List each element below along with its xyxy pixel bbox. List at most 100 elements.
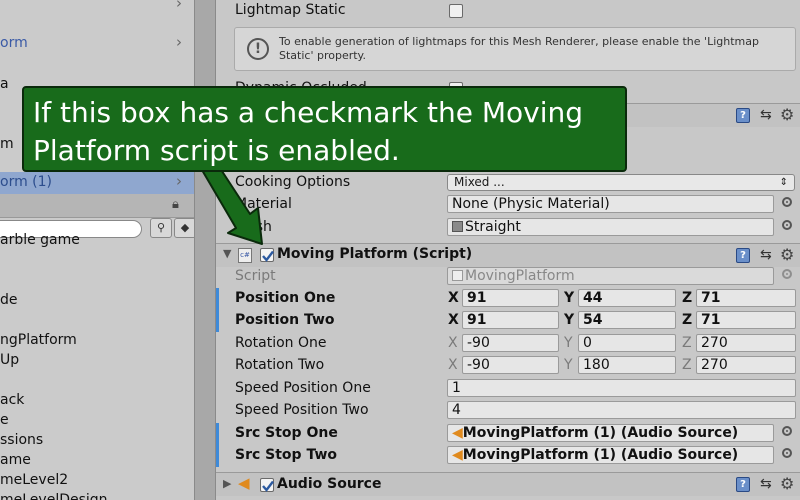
position-one-label: Position One bbox=[235, 290, 336, 306]
axis-z-label: Z bbox=[682, 357, 692, 373]
lightmap-static-checkbox[interactable] bbox=[449, 4, 463, 18]
position-one-z[interactable]: 71 bbox=[696, 289, 796, 307]
rotation-one-z[interactable]: 270 bbox=[696, 334, 796, 352]
cooking-options-dropdown[interactable]: Mixed ... ⇕ bbox=[447, 174, 795, 191]
chevron-right-icon[interactable]: › bbox=[176, 33, 182, 51]
src-stop-two-field[interactable]: ◀MovingPlatform (1) (Audio Source) bbox=[447, 446, 774, 464]
list-item[interactable]: arble game bbox=[0, 232, 80, 248]
mesh-grid-icon bbox=[452, 221, 463, 232]
mesh-field[interactable]: Straight bbox=[447, 218, 774, 236]
panel-splitter[interactable] bbox=[194, 0, 216, 500]
lightmap-static-label: Lightmap Static bbox=[235, 2, 346, 18]
foldout-right-icon[interactable]: ▶ bbox=[223, 477, 231, 490]
gear-icon[interactable]: ⚙ bbox=[780, 245, 794, 264]
axis-x-label: X bbox=[448, 290, 459, 306]
axis-y-label: Y bbox=[564, 357, 573, 373]
info-help-box: ! To enable generation of lightmaps for … bbox=[234, 27, 796, 71]
dropdown-arrows-icon: ⇕ bbox=[779, 177, 788, 188]
speed-one-field[interactable]: 1 bbox=[447, 379, 796, 397]
override-indicator bbox=[216, 310, 219, 332]
axis-x-label: X bbox=[448, 357, 458, 373]
list-item[interactable]: ngPlatform bbox=[0, 332, 77, 348]
axis-z-label: Z bbox=[682, 335, 692, 351]
list-item[interactable]: ack bbox=[0, 392, 24, 408]
speed-two-row: Speed Position Two 4 bbox=[216, 400, 800, 422]
speed-two-field[interactable]: 4 bbox=[447, 401, 796, 419]
rotation-two-row: Rotation Two X -90 Y 180 Z 270 bbox=[216, 355, 800, 377]
preset-icon[interactable]: ⇆ bbox=[760, 107, 772, 123]
help-book-icon[interactable]: ? bbox=[736, 108, 750, 123]
override-indicator bbox=[216, 288, 219, 310]
override-indicator bbox=[216, 423, 219, 445]
object-picker-icon[interactable] bbox=[782, 197, 792, 207]
axis-x-label: X bbox=[448, 335, 458, 351]
rotation-one-x[interactable]: -90 bbox=[462, 334, 559, 352]
position-one-x[interactable]: 91 bbox=[462, 289, 559, 307]
object-picker-icon[interactable] bbox=[782, 448, 792, 458]
hierarchy-item-selected[interactable]: orm (1) › bbox=[0, 172, 194, 194]
src-stop-two-row: Src Stop Two ◀MovingPlatform (1) (Audio … bbox=[216, 445, 800, 467]
list-item[interactable]: ssions bbox=[0, 432, 43, 448]
list-item[interactable]: e bbox=[0, 412, 9, 428]
position-one-y[interactable]: 44 bbox=[578, 289, 676, 307]
src-stop-one-label: Src Stop One bbox=[235, 425, 338, 441]
rotation-one-label: Rotation One bbox=[235, 335, 327, 351]
list-item[interactable]: Up bbox=[0, 352, 19, 368]
chevron-right-icon[interactable]: › bbox=[176, 172, 182, 190]
position-two-y[interactable]: 54 bbox=[578, 311, 676, 329]
axis-y-label: Y bbox=[564, 312, 575, 328]
filter-by-type-button[interactable]: ⚲ bbox=[150, 218, 172, 238]
rotation-two-y[interactable]: 180 bbox=[578, 356, 676, 374]
axis-z-label: Z bbox=[682, 312, 693, 328]
src-stop-two-value: MovingPlatform (1) (Audio Source) bbox=[462, 447, 739, 463]
axis-x-label: X bbox=[448, 312, 459, 328]
moving-platform-header[interactable]: ▼ c# Moving Platform (Script) ? ⇆ ⚙ bbox=[216, 243, 800, 267]
rotation-one-y[interactable]: 0 bbox=[578, 334, 676, 352]
lock-icon[interactable]: 🔒︎ bbox=[172, 197, 179, 212]
component-enabled-checkbox[interactable] bbox=[260, 248, 274, 262]
audio-source-header[interactable]: ▶ ◀ Audio Source ? ⇆ ⚙ bbox=[216, 472, 800, 496]
lightmap-static-row: Lightmap Static bbox=[216, 0, 800, 22]
audio-source-enabled-checkbox[interactable] bbox=[260, 478, 274, 492]
preset-icon[interactable]: ⇆ bbox=[760, 247, 772, 263]
preset-icon[interactable]: ⇆ bbox=[760, 476, 772, 492]
hierarchy-panel: › orm › a m orm (1) › 🔒︎ ⚲ ◆ arble game … bbox=[0, 0, 194, 500]
list-item[interactable]: ame bbox=[0, 452, 31, 468]
list-item[interactable]: meLevel2 bbox=[0, 472, 68, 488]
gear-icon[interactable]: ⚙ bbox=[780, 105, 794, 124]
hierarchy-item[interactable]: m bbox=[0, 136, 14, 152]
axis-y-label: Y bbox=[564, 335, 573, 351]
position-two-z[interactable]: 71 bbox=[696, 311, 796, 329]
chevron-right-icon[interactable]: › bbox=[176, 0, 182, 12]
help-book-icon[interactable]: ? bbox=[736, 477, 750, 492]
material-field[interactable]: None (Physic Material) bbox=[447, 195, 774, 213]
src-stop-one-row: Src Stop One ◀MovingPlatform (1) (Audio … bbox=[216, 423, 800, 445]
foldout-down-icon[interactable]: ▼ bbox=[223, 247, 231, 260]
object-picker-icon[interactable] bbox=[782, 220, 792, 230]
position-two-x[interactable]: 91 bbox=[462, 311, 559, 329]
list-item[interactable]: de bbox=[0, 292, 18, 308]
rotation-two-x[interactable]: -90 bbox=[462, 356, 559, 374]
src-stop-one-value: MovingPlatform (1) (Audio Source) bbox=[462, 425, 739, 441]
script-file-icon bbox=[452, 270, 463, 281]
rotation-two-z[interactable]: 270 bbox=[696, 356, 796, 374]
audio-source-title: Audio Source bbox=[277, 476, 382, 492]
help-book-icon[interactable]: ? bbox=[736, 248, 750, 263]
hierarchy-item[interactable]: orm bbox=[0, 35, 28, 51]
position-two-label: Position Two bbox=[235, 312, 335, 328]
mesh-row: Mesh Straight bbox=[216, 217, 800, 239]
script-value: MovingPlatform bbox=[465, 268, 575, 284]
hierarchy-item[interactable]: a bbox=[0, 76, 9, 92]
speaker-icon: ◀ bbox=[238, 474, 250, 492]
position-two-row: Position Two X 91 Y 54 Z 71 bbox=[216, 310, 800, 332]
src-stop-one-field[interactable]: ◀MovingPlatform (1) (Audio Source) bbox=[447, 424, 774, 442]
list-item[interactable]: meLevelDesign bbox=[0, 492, 108, 500]
material-row: Material None (Physic Material) bbox=[216, 194, 800, 216]
script-file-icon: c# bbox=[238, 248, 252, 263]
override-indicator bbox=[216, 445, 219, 467]
object-picker-icon[interactable] bbox=[782, 426, 792, 436]
filter-by-label-button[interactable]: ◆ bbox=[174, 218, 194, 238]
object-picker-icon bbox=[782, 269, 792, 279]
script-field: MovingPlatform bbox=[447, 267, 774, 285]
gear-icon[interactable]: ⚙ bbox=[780, 474, 794, 493]
